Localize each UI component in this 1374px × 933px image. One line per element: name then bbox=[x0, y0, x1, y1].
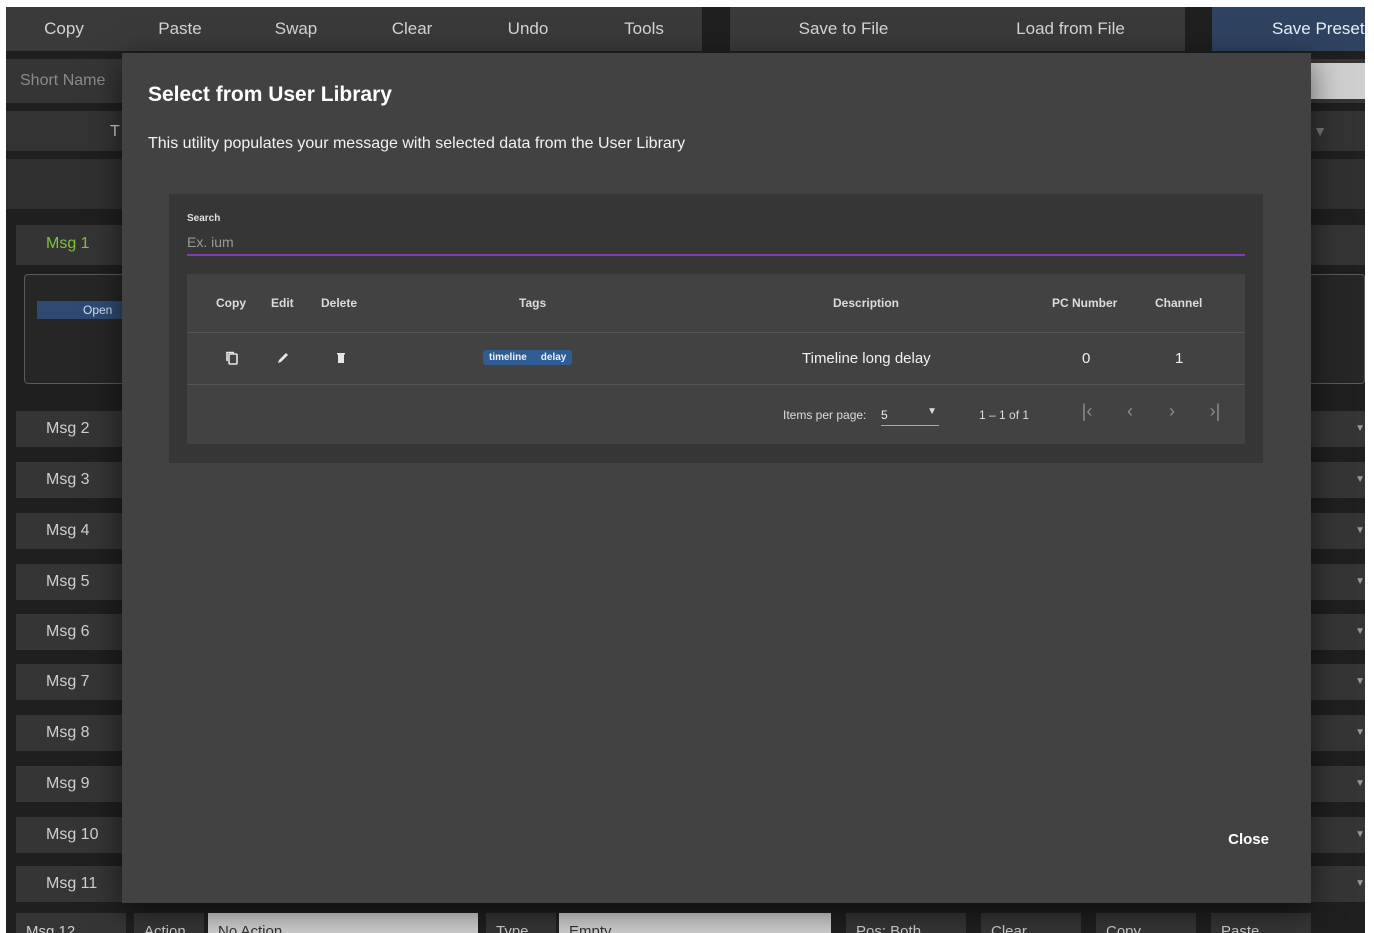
copy-icon[interactable] bbox=[224, 350, 240, 366]
items-per-page-value: 5 bbox=[881, 408, 888, 422]
delete-trash-icon[interactable] bbox=[333, 350, 349, 366]
save-preset-group: Save Preset bbox=[1212, 7, 1365, 51]
chevron-down-icon: ▼ bbox=[1355, 727, 1365, 738]
row-description: Timeline long delay bbox=[802, 350, 931, 367]
user-library-dialog: Select from User Library This utility po… bbox=[122, 53, 1311, 903]
next-page-icon[interactable]: › bbox=[1160, 401, 1184, 425]
header-description: Description bbox=[833, 296, 900, 310]
top-toolbar: Copy Paste Swap Clear Undo Tools Save to… bbox=[6, 7, 1365, 51]
edit-pencil-icon[interactable] bbox=[275, 350, 291, 366]
action-label: Action bbox=[134, 913, 204, 933]
chevron-down-icon: ▼ bbox=[1355, 474, 1365, 485]
msg-label: Msg 5 bbox=[46, 573, 90, 590]
paginator: Items per page: 5 ▼ 1 – 1 of 1 |‹ ‹ › ›| bbox=[187, 385, 1245, 444]
chevron-down-icon: ▼ bbox=[927, 406, 937, 417]
undo-button[interactable]: Undo bbox=[470, 19, 586, 39]
background-row-label: T bbox=[110, 123, 120, 140]
header-delete: Delete bbox=[321, 296, 358, 310]
type-label: Type bbox=[486, 913, 556, 933]
save-to-file-button[interactable]: Save to File bbox=[730, 19, 957, 39]
row-pc-number: 0 bbox=[1082, 350, 1091, 367]
first-page-icon[interactable]: |‹ bbox=[1075, 401, 1099, 425]
table-row[interactable]: timeline delay Timeline long delay 0 1 bbox=[187, 333, 1245, 385]
msg-label: Msg 8 bbox=[46, 724, 90, 741]
items-per-page-label: Items per page: bbox=[783, 408, 867, 422]
page-range: 1 – 1 of 1 bbox=[979, 408, 1030, 422]
tag-chips: timeline delay bbox=[483, 350, 573, 365]
msg-label: Msg 4 bbox=[46, 522, 90, 539]
chevron-down-icon: ▼ bbox=[1355, 878, 1365, 889]
msg-label: Msg 2 bbox=[46, 420, 90, 437]
msg-label: Msg 10 bbox=[46, 826, 99, 843]
header-channel: Channel bbox=[1155, 296, 1203, 310]
save-preset-button[interactable]: Save Preset bbox=[1212, 19, 1365, 39]
short-name-label: Short Name bbox=[20, 72, 106, 89]
msg-clear-button[interactable]: Clear bbox=[981, 913, 1081, 933]
action-select[interactable]: No Action bbox=[208, 913, 478, 933]
file-toolbar-group: Save to File Load from File bbox=[730, 7, 1185, 51]
type-select[interactable]: Empty bbox=[559, 913, 831, 933]
copy-button[interactable]: Copy bbox=[6, 19, 122, 39]
chevron-down-icon: ▼ bbox=[1355, 525, 1365, 536]
edit-toolbar-group: Copy Paste Swap Clear Undo Tools bbox=[6, 7, 702, 51]
row-channel: 1 bbox=[1175, 350, 1184, 367]
last-page-icon[interactable]: ›| bbox=[1203, 401, 1227, 425]
clear-button[interactable]: Clear bbox=[354, 19, 470, 39]
msg-copy-button[interactable]: Copy bbox=[1096, 913, 1196, 933]
dialog-description: This utility populates your message with… bbox=[148, 135, 686, 152]
chevron-down-icon: ▼ bbox=[1355, 676, 1365, 687]
header-tags: Tags bbox=[519, 296, 547, 310]
header-copy: Copy bbox=[216, 296, 246, 310]
load-from-file-button[interactable]: Load from File bbox=[957, 19, 1184, 39]
chevron-down-icon: ▼ bbox=[1355, 576, 1365, 587]
tag-chip[interactable]: delay bbox=[541, 352, 567, 363]
table-header: Copy Edit Delete Tags Description PC Num… bbox=[187, 274, 1245, 333]
msg-12-row: Msg 12 Action No Action Type Empty Pos: … bbox=[6, 913, 1365, 933]
chevron-down-icon: ▼ bbox=[1355, 829, 1365, 840]
search-label: Search bbox=[187, 213, 221, 224]
paste-button[interactable]: Paste bbox=[122, 19, 238, 39]
msg-1-label: Msg 1 bbox=[46, 235, 90, 252]
msg-label: Msg 9 bbox=[46, 775, 90, 792]
previous-page-icon[interactable]: ‹ bbox=[1118, 401, 1142, 425]
tag-chip[interactable]: timeline bbox=[489, 352, 527, 363]
msg-paste-button[interactable]: Paste bbox=[1211, 913, 1311, 933]
msg-12-label[interactable]: Msg 12 bbox=[16, 913, 126, 933]
header-pc-number: PC Number bbox=[1052, 296, 1118, 310]
chevron-down-icon: ▼ bbox=[1355, 778, 1365, 789]
swap-button[interactable]: Swap bbox=[238, 19, 354, 39]
chevron-down-icon: ▼ bbox=[1313, 123, 1327, 139]
msg-label: Msg 7 bbox=[46, 673, 90, 690]
chevron-down-icon: ▼ bbox=[1355, 423, 1365, 434]
header-edit: Edit bbox=[271, 296, 294, 310]
library-table: Copy Edit Delete Tags Description PC Num… bbox=[187, 274, 1245, 444]
msg-label: Msg 3 bbox=[46, 471, 90, 488]
items-per-page-select[interactable]: 5 ▼ bbox=[881, 406, 939, 426]
library-card: Search Copy Edit Delete Tags Description… bbox=[169, 194, 1263, 463]
dialog-title: Select from User Library bbox=[148, 83, 392, 106]
chevron-down-icon: ▼ bbox=[1355, 626, 1365, 637]
search-input[interactable] bbox=[187, 230, 1245, 256]
pos-button[interactable]: Pos: Both bbox=[846, 913, 966, 933]
msg-label: Msg 11 bbox=[46, 875, 98, 892]
close-button[interactable]: Close bbox=[1228, 831, 1269, 848]
tools-button[interactable]: Tools bbox=[586, 19, 702, 39]
msg-label: Msg 6 bbox=[46, 623, 90, 640]
short-name-input[interactable] bbox=[1305, 63, 1365, 99]
